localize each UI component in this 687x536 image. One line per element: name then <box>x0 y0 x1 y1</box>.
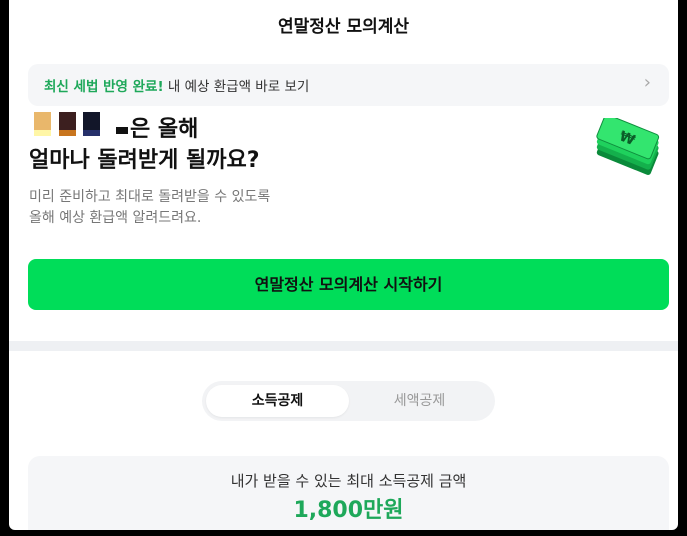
max-deduction-card: 내가 받을 수 있는 최대 소득공제 금액 1,800만원 <box>28 456 669 530</box>
page-title: 연말정산 모의계산 <box>277 17 410 37</box>
max-deduction-label: 내가 받을 수 있는 최대 소득공제 금액 <box>230 472 467 490</box>
start-simulation-button[interactable]: 연말정산 모의계산 시작하기 <box>28 259 669 310</box>
banner-text: 최신 세법 반영 완료! 내 예상 환급액 바로 보기 <box>44 75 309 95</box>
banner-highlight: 최신 세법 반영 완료! <box>44 79 164 95</box>
section-divider <box>9 341 678 351</box>
hero-headline: 은 올해 얼마나 돌려받게 될까요? <box>29 114 259 176</box>
chevron-right-icon: › <box>643 72 651 93</box>
hero-line1: 은 올해 <box>130 117 199 142</box>
hero-sub2: 올해 예상 환급액 알려드려요. <box>29 210 202 226</box>
tab-income-deduction[interactable]: 소득공제 <box>206 385 349 417</box>
hero-sub1: 미리 준비하고 최대로 돌려받을 수 있도록 <box>29 189 271 205</box>
app-panel: 연말정산 모의계산 최신 세법 반영 완료! 내 예상 환급액 바로 보기 › … <box>9 0 678 530</box>
deduction-tabs: 소득공제 세액공제 <box>202 381 495 421</box>
max-deduction-amount: 1,800만원 <box>293 498 404 523</box>
hero-description: 미리 준비하고 최대로 돌려받을 수 있도록 올해 예상 환급액 알려드려요. <box>29 187 270 229</box>
hero-line2: 얼마나 돌려받게 될까요? <box>29 148 260 173</box>
tax-update-banner[interactable]: 최신 세법 반영 완료! 내 예상 환급액 바로 보기 › <box>28 64 669 106</box>
banner-message: 내 예상 환급액 바로 보기 <box>163 79 310 95</box>
money-bills-icon: ₩ <box>596 118 660 175</box>
tab-tax-credit[interactable]: 세액공제 <box>348 385 491 417</box>
redacted-name-mark <box>116 126 128 134</box>
